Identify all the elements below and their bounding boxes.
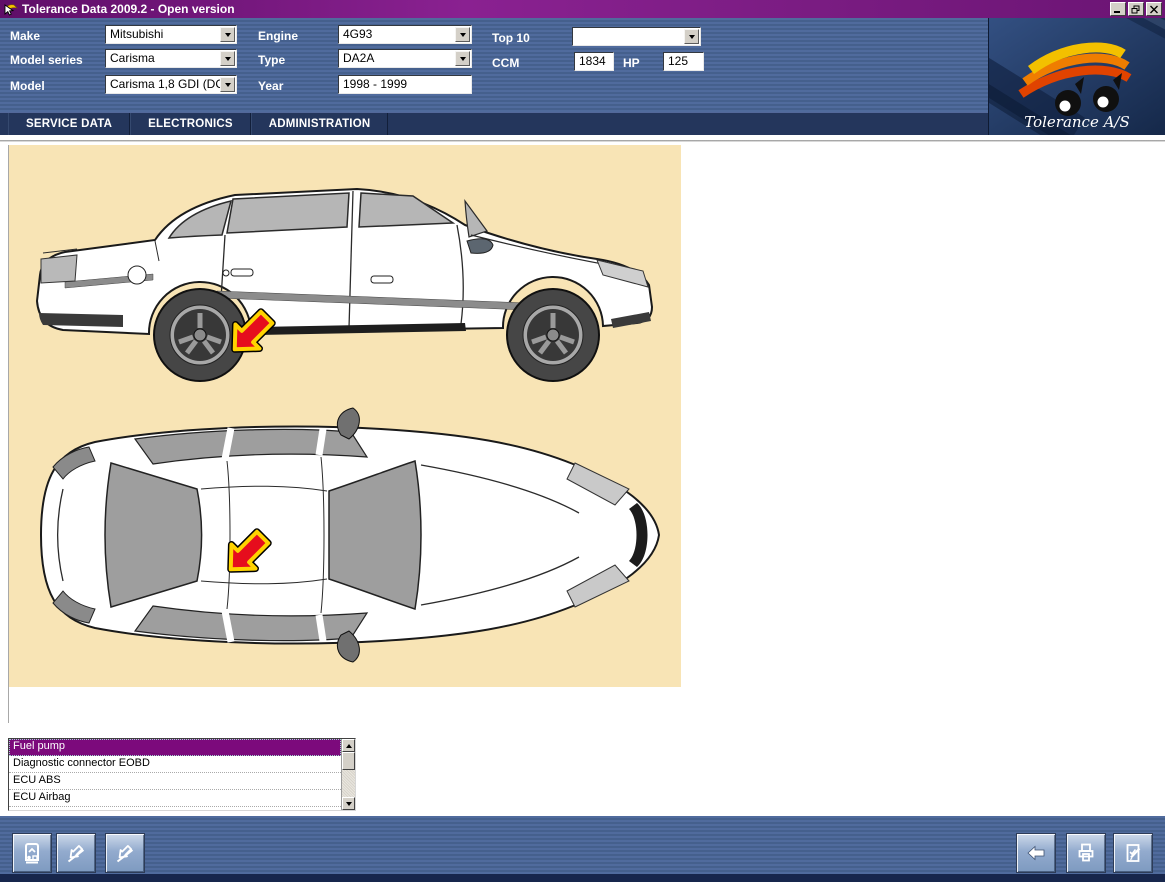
edit-button[interactable] [1113, 833, 1153, 873]
make-label: Make [10, 27, 40, 45]
model-series-label: Model series [10, 51, 83, 69]
list-item[interactable]: Fuel pump [9, 739, 341, 756]
close-icon [1149, 5, 1159, 14]
front-wheel [507, 289, 599, 381]
fuel-pump-button[interactable] [12, 833, 52, 873]
tab-administration[interactable]: ADMINISTRATION [251, 113, 389, 135]
year-label: Year [258, 77, 283, 95]
minimize-icon [1113, 5, 1123, 14]
tab-label: ELECTRONICS [148, 118, 233, 130]
hp-field[interactable]: 125 [663, 52, 704, 71]
model-label: Model [10, 77, 45, 95]
bottom-toolbar [0, 816, 1165, 882]
restore-icon [1131, 5, 1141, 14]
vehicle-diagram-panel [8, 145, 681, 687]
separator-line [0, 140, 1165, 142]
list-item-label: ECU Airbag [13, 791, 70, 803]
year-field[interactable]: 1998 - 1999 [338, 75, 472, 94]
make-value: Mitsubishi [110, 27, 163, 41]
component-listbox[interactable]: Fuel pump Diagnostic connector EOBD ECU … [8, 738, 356, 811]
combo-dropdown-button[interactable] [684, 29, 699, 44]
type-value: DA2A [343, 51, 374, 65]
jump-section-icon [113, 841, 137, 865]
list-item[interactable]: ECU ABS [9, 773, 341, 790]
top10-label: Top 10 [492, 29, 530, 47]
combo-dropdown-button[interactable] [455, 51, 470, 66]
panel-edge-line [8, 687, 9, 723]
brand-logo: Tolerance A/S [989, 18, 1165, 135]
engine-value: 4G93 [343, 27, 372, 41]
chevron-down-icon [225, 33, 231, 40]
list-item-label: Fuel pump [13, 740, 65, 752]
scroll-up-button[interactable] [342, 739, 355, 752]
app-icon [2, 2, 18, 17]
edit-icon [1121, 841, 1145, 865]
tab-electronics[interactable]: ELECTRONICS [130, 113, 251, 135]
status-strip [0, 874, 1165, 882]
tab-label: ADMINISTRATION [269, 118, 371, 130]
car-side-view-diagram [19, 165, 669, 395]
minimize-button[interactable] [1110, 2, 1126, 16]
content-area: Fuel pump Diagnostic connector EOBD ECU … [0, 135, 1165, 816]
list-item[interactable]: ECU Airbag [9, 790, 341, 807]
hp-label: HP [623, 54, 640, 72]
print-icon [1074, 841, 1098, 865]
brand-name: Tolerance A/S [1024, 113, 1130, 131]
scroll-down-button[interactable] [342, 797, 355, 810]
back-arrow-icon [1024, 841, 1048, 865]
model-series-value: Carisma [110, 51, 155, 65]
type-label: Type [258, 51, 285, 69]
listbox-scrollbar[interactable] [341, 739, 355, 810]
chevron-down-icon [225, 57, 231, 64]
arrow-up-icon [346, 741, 352, 748]
top10-select[interactable] [572, 27, 701, 46]
combo-dropdown-button[interactable] [220, 77, 235, 92]
jump-previous-button[interactable] [56, 833, 96, 873]
chevron-down-icon [225, 83, 231, 90]
jump-section-icon [64, 841, 88, 865]
combo-dropdown-button[interactable] [220, 51, 235, 66]
jump-next-button[interactable] [105, 833, 145, 873]
engine-select[interactable]: 4G93 [338, 25, 472, 44]
ccm-label: CCM [492, 54, 519, 72]
hp-value: 125 [668, 54, 688, 68]
combo-dropdown-button[interactable] [220, 27, 235, 42]
model-value: Carisma 1,8 GDI (DC [110, 77, 224, 91]
combo-dropdown-button[interactable] [455, 27, 470, 42]
window-title: Tolerance Data 2009.2 - Open version [22, 2, 235, 16]
main-menu-bar: SERVICE DATA ELECTRONICS ADMINISTRATION [0, 112, 988, 135]
fuel-pump-icon [20, 841, 44, 865]
scrollbar-thumb[interactable] [342, 752, 355, 770]
ccm-field[interactable]: 1834 [574, 52, 614, 71]
make-select[interactable]: Mitsubishi [105, 25, 237, 44]
tab-label: SERVICE DATA [26, 118, 112, 130]
list-item-label: ECU ABS [13, 774, 61, 786]
arrow-down-icon [346, 802, 352, 809]
engine-label: Engine [258, 27, 298, 45]
model-select[interactable]: Carisma 1,8 GDI (DC [105, 75, 237, 94]
car-top-view-diagram [19, 407, 669, 679]
chevron-down-icon [460, 57, 466, 64]
chevron-down-icon [689, 35, 695, 42]
ccm-value: 1834 [579, 54, 606, 68]
type-select[interactable]: DA2A [338, 49, 472, 68]
year-value: 1998 - 1999 [343, 77, 407, 91]
title-bar: Tolerance Data 2009.2 - Open version [0, 0, 1165, 18]
list-item[interactable]: Diagnostic connector EOBD [9, 756, 341, 773]
brand-panel: Tolerance A/S [988, 18, 1165, 135]
restore-button[interactable] [1128, 2, 1144, 16]
chevron-down-icon [460, 33, 466, 40]
close-button[interactable] [1146, 2, 1162, 16]
back-button[interactable] [1016, 833, 1056, 873]
model-series-select[interactable]: Carisma [105, 49, 237, 68]
print-button[interactable] [1066, 833, 1106, 873]
list-item-label: Diagnostic connector EOBD [13, 757, 150, 769]
tab-service-data[interactable]: SERVICE DATA [8, 113, 130, 135]
